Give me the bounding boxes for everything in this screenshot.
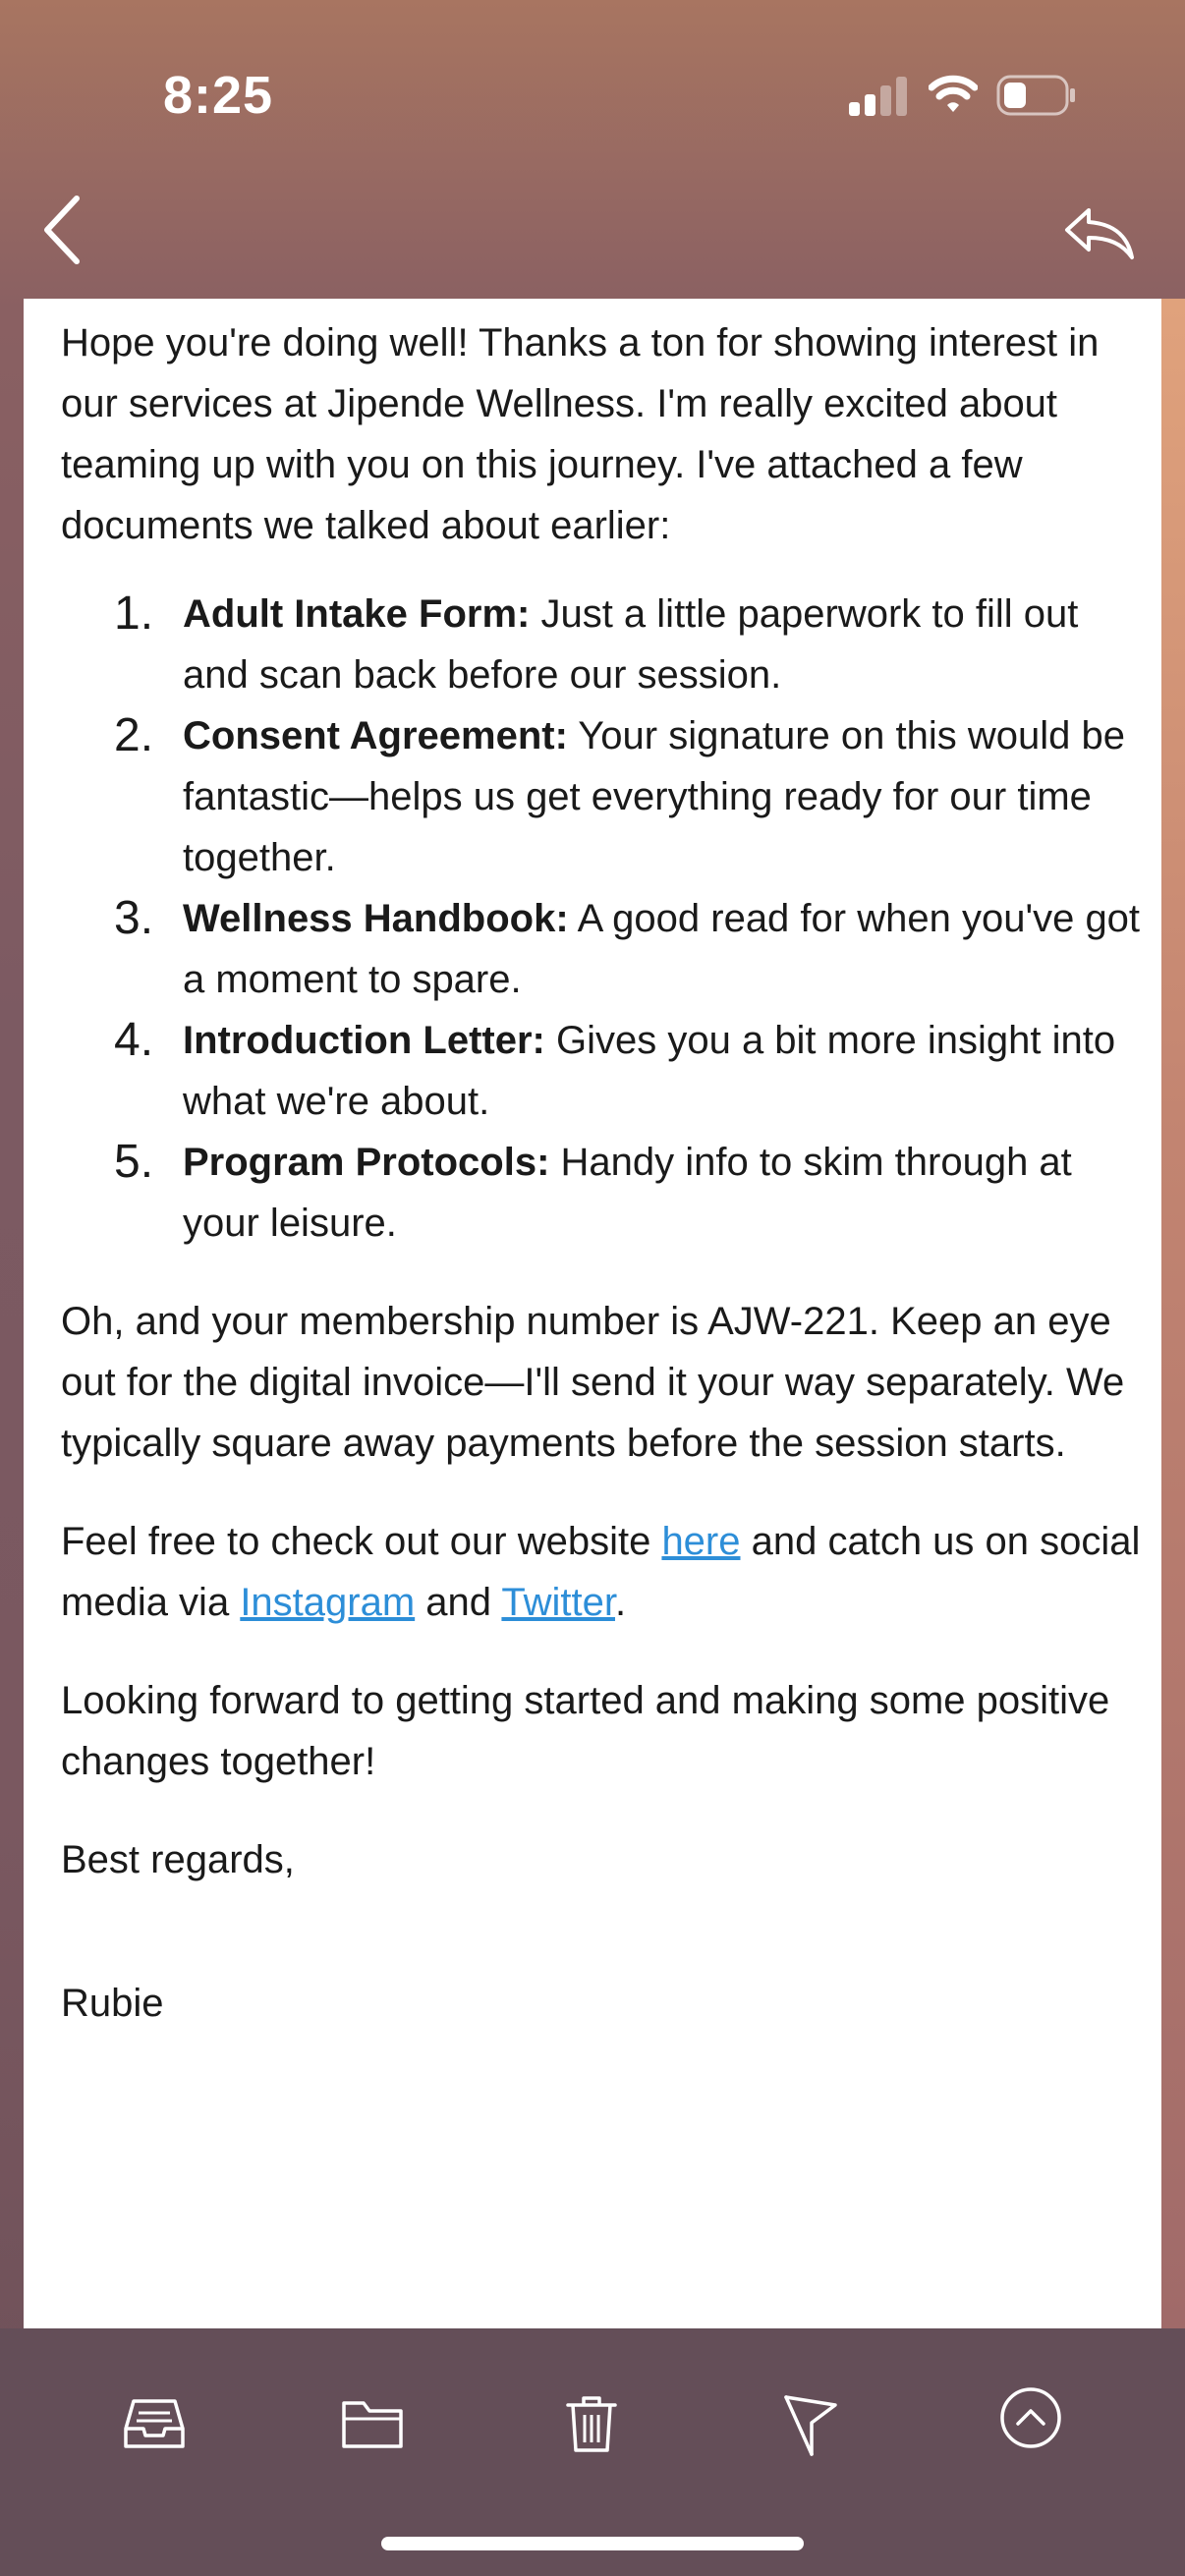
- chevron-up-circle-icon[interactable]: [998, 2385, 1063, 2450]
- attachment-title: Consent Agreement:: [183, 714, 568, 757]
- list-item: 5. Program Protocols: Handy info to skim…: [61, 1132, 1142, 1254]
- membership-paragraph: Oh, and your membership number is AJW-22…: [61, 1300, 1125, 1465]
- attachment-title: Introduction Letter:: [183, 1019, 545, 1062]
- trash-icon[interactable]: [564, 2393, 619, 2454]
- battery-icon: [996, 75, 1075, 116]
- attachment-list: 1. Adult Intake Form: Just a little pape…: [61, 584, 1142, 1254]
- home-indicator[interactable]: [381, 2537, 804, 2550]
- list-number: 1.: [114, 588, 154, 640]
- website-text: and: [415, 1581, 502, 1624]
- list-number: 4.: [114, 1014, 154, 1066]
- website-text: .: [615, 1581, 627, 1624]
- back-chevron-icon[interactable]: [39, 193, 88, 267]
- website-text: Feel free to check out our website: [61, 1520, 662, 1563]
- email-content: Hope you're doing well! Thanks a ton for…: [61, 312, 1142, 2034]
- list-number: 5.: [114, 1136, 154, 1188]
- flag-icon[interactable]: [782, 2393, 839, 2456]
- attachment-title: Program Protocols:: [183, 1141, 550, 1184]
- wifi-icon: [929, 75, 978, 112]
- list-number: 3.: [114, 892, 154, 944]
- instagram-link[interactable]: Instagram: [240, 1581, 415, 1624]
- website-paragraph: Feel free to check out our website here …: [61, 1511, 1142, 1633]
- twitter-link[interactable]: Twitter: [501, 1581, 615, 1624]
- background-card-edge: [1161, 299, 1185, 2328]
- status-bar: 8:25: [0, 0, 1185, 187]
- inbox-tray-icon[interactable]: [122, 2393, 187, 2452]
- signature: Rubie: [61, 1982, 164, 2025]
- cellular-signal-icon: [849, 77, 907, 116]
- list-item: 1. Adult Intake Form: Just a little pape…: [61, 584, 1142, 705]
- email-body: Hope you're doing well! Thanks a ton for…: [24, 299, 1161, 2328]
- attachment-title: Wellness Handbook:: [183, 897, 569, 940]
- attachment-title: Adult Intake Form:: [183, 592, 531, 636]
- signoff: Best regards,: [61, 1838, 295, 1881]
- folder-icon[interactable]: [340, 2393, 405, 2452]
- list-number: 2.: [114, 709, 154, 761]
- list-item: 4. Introduction Letter: Gives you a bit …: [61, 1010, 1142, 1132]
- closing-paragraph: Looking forward to getting started and m…: [61, 1679, 1110, 1783]
- list-item: 2. Consent Agreement: Your signature on …: [61, 705, 1142, 888]
- list-item: 3. Wellness Handbook: A good read for wh…: [61, 888, 1142, 1010]
- status-time: 8:25: [163, 66, 274, 125]
- website-link[interactable]: here: [661, 1520, 740, 1563]
- reply-icon[interactable]: [1061, 202, 1136, 261]
- intro-paragraph: Hope you're doing well! Thanks a ton for…: [61, 321, 1100, 547]
